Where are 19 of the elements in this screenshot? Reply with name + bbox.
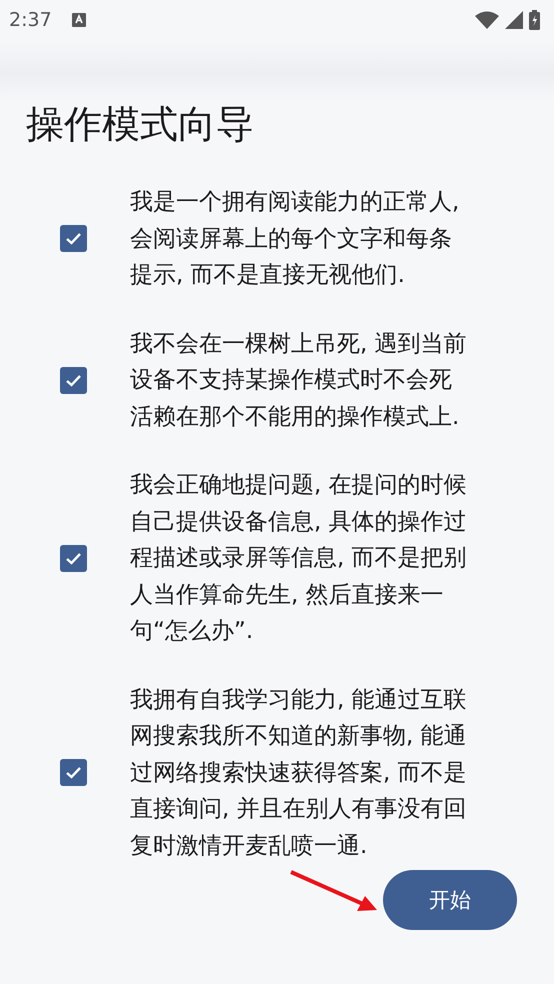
check-icon <box>65 232 82 246</box>
status-time: 2:37 <box>9 9 52 31</box>
notification-icon <box>72 13 86 27</box>
agreement-text: 我不会在一棵树上吊死, 遇到当前设备不支持某操作模式时不会死活赖在那个不能用的操作模式上. <box>130 330 468 432</box>
agreement-text: 我拥有自我学习能力, 能通过互联网搜索我所不知道的新事物, 能通过网络搜索快速获得答案, 而不是直接询问, 并且在别人有事没有回复时激情开麦乱喷一通. <box>130 686 468 860</box>
signal-icon <box>505 11 523 29</box>
battery-icon <box>529 10 540 30</box>
check-icon <box>65 766 82 780</box>
check-icon <box>65 374 82 387</box>
wifi-icon <box>475 11 499 29</box>
check-icon <box>65 552 82 565</box>
checkbox[interactable] <box>60 544 87 572</box>
agreement-text: 我是一个拥有阅读能力的正常人, 会阅读屏幕上的每个文字和每条提示, 而不是直接无视他们. <box>130 188 460 290</box>
checkbox[interactable] <box>60 366 87 394</box>
agreement-text: 我会正确地提问题, 在提问的时候自己提供设备信息, 具体的操作过程描述或录屏等信息, 而不是把别人当作算命先生, 然后直接来一句“怎么办”. <box>130 471 468 646</box>
checkbox[interactable] <box>60 225 87 252</box>
start-button[interactable]: 开始 <box>383 870 517 930</box>
checkbox[interactable] <box>60 759 87 786</box>
page-title: 操作模式向导 <box>26 101 255 148</box>
